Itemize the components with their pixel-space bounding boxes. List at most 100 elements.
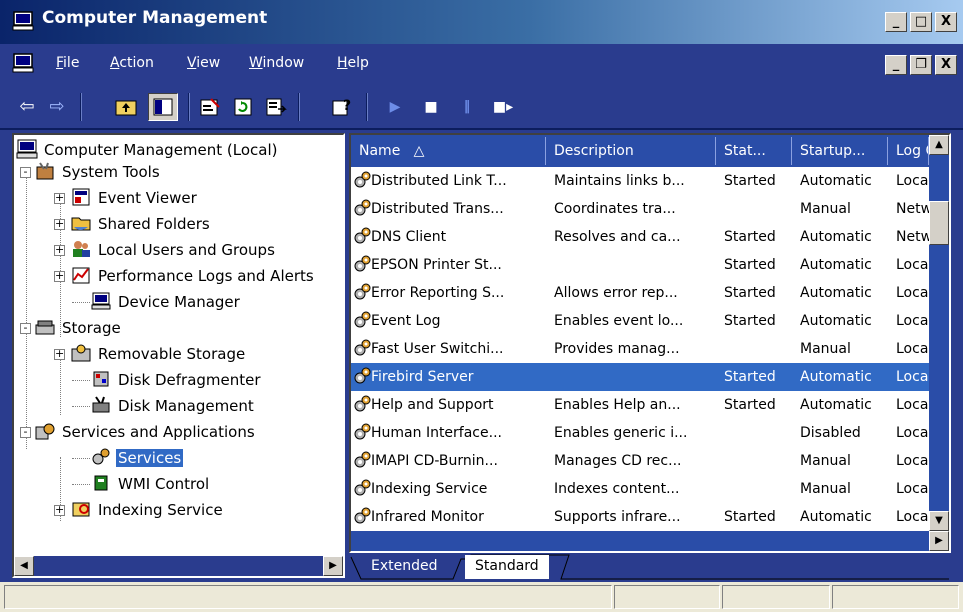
service-status-cell: Started: [724, 391, 792, 419]
title-bar[interactable]: Computer Management _ □ X: [0, 0, 963, 44]
service-row[interactable]: Event Log Enables event lo... Started Autom…: [351, 307, 949, 335]
scroll-up-button[interactable]: ▲: [929, 135, 949, 155]
tree-item-removable-storage[interactable]: Removable Storage: [70, 341, 247, 367]
service-name-text: Human Interface...: [371, 425, 502, 441]
show-hide-console-tree-icon[interactable]: [148, 93, 178, 121]
services-list[interactable]: Name △ Description Stat... Startup... Lo…: [349, 133, 951, 553]
tab-extended[interactable]: Extended: [361, 555, 448, 579]
column-header-name[interactable]: Name △: [351, 137, 546, 165]
forward-icon[interactable]: ⇨: [44, 93, 70, 121]
list-vertical-scrollbar[interactable]: ▲ ▼: [929, 135, 949, 531]
service-row[interactable]: Human Interface... Enables generic i... Di…: [351, 419, 949, 447]
service-description-cell: Indexes content...: [554, 475, 716, 503]
service-description-cell: Provides manag...: [554, 335, 716, 363]
service-logon-text: Local: [896, 313, 929, 329]
stop-service-icon[interactable]: ■: [420, 93, 442, 121]
column-header-description[interactable]: Description: [546, 137, 716, 165]
tree-item-performance-logs[interactable]: Performance Logs and Alerts: [70, 263, 316, 289]
refresh-icon[interactable]: [230, 93, 256, 121]
list-horizontal-scrollbar[interactable]: ▶: [351, 531, 949, 551]
tree-horizontal-scrollbar[interactable]: ◀ ▶: [14, 556, 343, 576]
service-status-text: Started: [724, 313, 776, 329]
service-row[interactable]: IMAPI CD-Burnin... Manages CD rec... Manua…: [351, 447, 949, 475]
service-logon-text: Local: [896, 509, 929, 525]
document-window-icon[interactable]: [12, 53, 34, 73]
service-row[interactable]: DNS Client Resolves and ca... Started Autom…: [351, 223, 949, 251]
service-row[interactable]: Error Reporting S... Allows error rep... S…: [351, 279, 949, 307]
collapse-storage-toggle[interactable]: -: [20, 322, 31, 334]
minimize-button[interactable]: _: [885, 12, 907, 32]
tree-item-system-tools[interactable]: System Tools: [34, 159, 162, 185]
tree-item-shared-folders[interactable]: Shared Folders: [70, 211, 212, 237]
menu-action[interactable]: Action: [110, 55, 154, 71]
tree-item-wmi-control[interactable]: WMI Control: [90, 471, 211, 497]
restart-service-icon[interactable]: ■▸: [490, 93, 516, 121]
expand-event-viewer-toggle[interactable]: +: [54, 192, 65, 204]
menu-window[interactable]: Window: [249, 55, 304, 71]
service-status-text: Started: [724, 229, 776, 245]
scroll-left-button[interactable]: ◀: [14, 556, 34, 576]
service-row[interactable]: Distributed Link T... Maintains links b..…: [351, 167, 949, 195]
collapse-system-tools-toggle[interactable]: -: [20, 166, 31, 178]
service-name-cell: EPSON Printer St...: [353, 251, 546, 279]
properties-icon[interactable]: [196, 93, 224, 121]
service-startup-text: Automatic: [800, 313, 872, 329]
service-row[interactable]: Help and Support Enables Help an... Starte…: [351, 391, 949, 419]
service-status-text: Started: [724, 509, 776, 525]
column-header-startup-type[interactable]: Startup...: [792, 137, 888, 165]
service-description-cell: Manages CD rec...: [554, 447, 716, 475]
service-row[interactable]: Infrared Monitor Supports infrare... Start…: [351, 503, 949, 531]
scroll-right-button[interactable]: ▶: [929, 531, 949, 551]
tree-item-services-applications[interactable]: Services and Applications: [34, 419, 257, 445]
tab-standard[interactable]: Standard: [465, 555, 549, 579]
service-logon-cell: Local: [896, 419, 929, 447]
column-header-status[interactable]: Stat...: [716, 137, 792, 165]
mdi-close-button[interactable]: X: [935, 55, 957, 75]
service-row[interactable]: EPSON Printer St... Started Automatic Local: [351, 251, 949, 279]
tree-item-disk-management[interactable]: Disk Management: [90, 393, 256, 419]
mdi-restore-button[interactable]: ❐: [910, 55, 932, 75]
expand-local-users-toggle[interactable]: +: [54, 244, 65, 256]
service-name-text: Distributed Trans...: [371, 201, 504, 217]
pause-service-icon[interactable]: ‖: [456, 93, 478, 121]
expand-shared-folders-toggle[interactable]: +: [54, 218, 65, 230]
service-status-text: Started: [724, 397, 776, 413]
service-startup-text: Automatic: [800, 257, 872, 273]
tree-item-device-manager[interactable]: Device Manager: [90, 289, 242, 315]
service-row[interactable]: Indexing Service Indexes content... Manual…: [351, 475, 949, 503]
expand-indexing-service-toggle[interactable]: +: [54, 504, 65, 516]
maximize-button[interactable]: □: [910, 12, 932, 32]
tree-item-disk-defragmenter[interactable]: Disk Defragmenter: [90, 367, 263, 393]
tree-item-storage[interactable]: Storage: [34, 315, 123, 341]
console-tree[interactable]: Computer Management (Local) - System Too…: [12, 133, 345, 578]
service-row[interactable]: Distributed Trans... Coordinates tra... Ma…: [351, 195, 949, 223]
expand-performance-logs-toggle[interactable]: +: [54, 270, 65, 282]
service-gear-icon: [354, 227, 371, 244]
close-button[interactable]: X: [935, 12, 957, 32]
menu-help[interactable]: Help: [337, 55, 369, 71]
up-one-level-icon[interactable]: [112, 93, 140, 121]
collapse-services-applications-toggle[interactable]: -: [20, 426, 31, 438]
scroll-thumb[interactable]: [929, 201, 949, 245]
scroll-down-button[interactable]: ▼: [929, 511, 949, 531]
back-icon[interactable]: ⇦: [14, 93, 40, 121]
start-service-icon[interactable]: ▶: [384, 93, 406, 121]
mdi-minimize-button[interactable]: _: [885, 55, 907, 75]
scroll-right-button[interactable]: ▶: [323, 556, 343, 576]
service-logon-text: Local: [896, 341, 929, 357]
tree-item-services[interactable]: Services: [90, 445, 184, 471]
toolbar-separator: [188, 93, 190, 121]
tree-item-event-viewer[interactable]: Event Viewer: [70, 185, 199, 211]
column-header-log-on-as[interactable]: Log C: [888, 137, 929, 165]
export-list-icon[interactable]: [262, 93, 290, 121]
menu-view[interactable]: View: [187, 55, 220, 71]
menu-file[interactable]: File: [56, 55, 79, 71]
help-icon[interactable]: ?: [328, 93, 356, 121]
expand-removable-storage-toggle[interactable]: +: [54, 348, 65, 360]
service-row[interactable]: Firebird Server Started Automatic Local: [351, 363, 949, 391]
service-row[interactable]: Fast User Switchi... Provides manag... Man…: [351, 335, 949, 363]
tree-item-indexing-service[interactable]: Indexing Service: [70, 497, 225, 523]
tree-item-local-users-groups[interactable]: Local Users and Groups: [70, 237, 277, 263]
service-logon-text: Local: [896, 285, 929, 301]
service-startup-cell: Manual: [800, 195, 888, 223]
